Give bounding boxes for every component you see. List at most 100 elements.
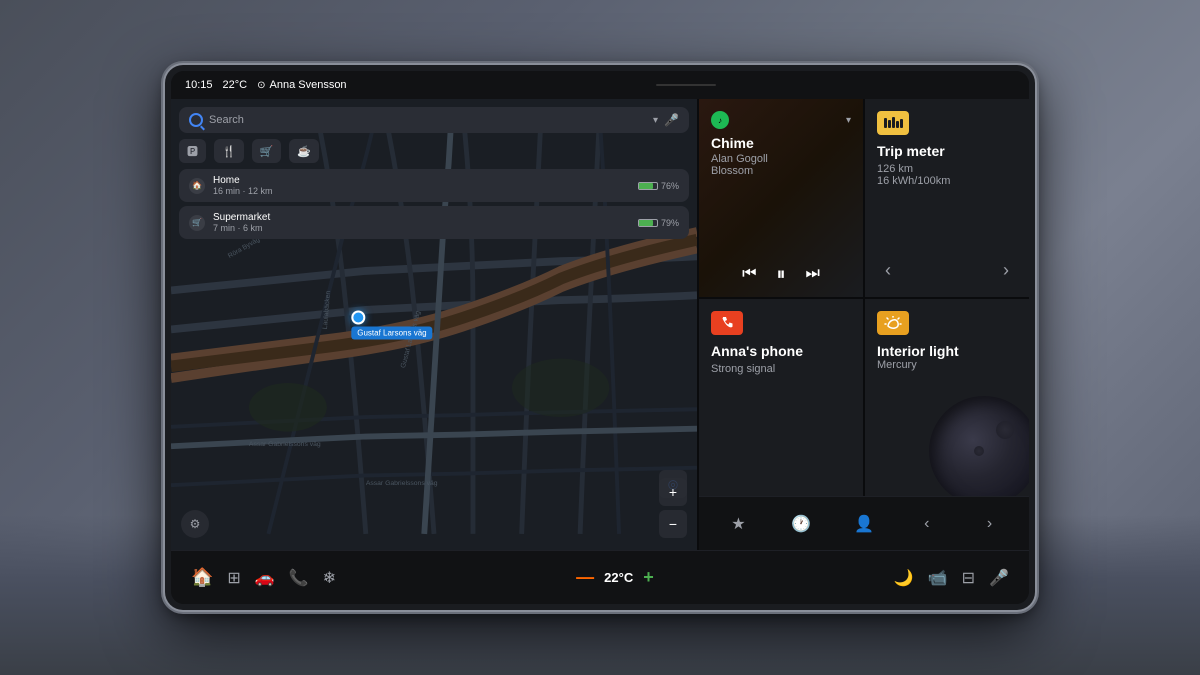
music-widget-header: ▾ bbox=[711, 111, 851, 129]
home-battery-fill bbox=[639, 183, 653, 189]
home-nav-btn[interactable]: 🏠 bbox=[191, 567, 213, 588]
trip-prev-arrow[interactable]: ‹ bbox=[877, 256, 899, 285]
home-battery-pct: 76% bbox=[661, 181, 679, 191]
recent-nav-btn[interactable]: 🕐 bbox=[785, 508, 817, 540]
nav-marker-dot bbox=[351, 310, 365, 324]
right-next-arrow[interactable]: › bbox=[974, 508, 1006, 540]
trip-meter-title: Trip meter bbox=[877, 143, 1017, 159]
phone-widget-icon bbox=[711, 311, 743, 335]
supermarket-battery-bar bbox=[638, 219, 658, 227]
next-button[interactable]: ⏭ bbox=[806, 265, 820, 283]
status-bar: 10:15 22°C Anna Svensson bbox=[171, 71, 1029, 99]
main-content: Röra Byväg Laulabäcken Gustaf Larsons vä… bbox=[171, 99, 1029, 550]
song-title: Chime bbox=[711, 135, 851, 151]
search-text: Search bbox=[209, 114, 647, 126]
map-search-bar: Search ▾ 🎤 🅿 🍴 🛒 ☕ bbox=[179, 107, 689, 239]
right-prev-arrow[interactable]: ‹ bbox=[911, 508, 943, 540]
widget-trip[interactable]: Trip meter 126 km 16 kWh/100km ‹ › bbox=[865, 99, 1029, 297]
music-controls: ⏮ ⏸ ⏭ bbox=[711, 264, 851, 285]
status-time: 10:15 bbox=[185, 79, 213, 91]
trip-meter-icon bbox=[877, 111, 909, 135]
light-widget-icon bbox=[877, 311, 909, 335]
supermarket-dest-detail: 7 min · 6 km bbox=[213, 223, 630, 233]
home-dest-name: Home bbox=[213, 175, 630, 186]
light-widget-value: Mercury bbox=[877, 359, 1017, 371]
moon-background bbox=[929, 396, 1029, 496]
map-panel[interactable]: Röra Byväg Laulabäcken Gustaf Larsons vä… bbox=[171, 99, 697, 550]
widget-grid: ▾ Chime Alan Gogoll Blossom ⏮ ⏸ ⏭ bbox=[699, 99, 1029, 496]
moon-crater-2 bbox=[974, 446, 984, 456]
home-dest-info: Home 16 min · 12 km bbox=[213, 175, 630, 196]
camera-nav-btn[interactable]: 📹 bbox=[928, 568, 948, 588]
screen-bezel: 10:15 22°C Anna Svensson bbox=[165, 65, 1035, 610]
climate-nav-btn[interactable]: ❄ bbox=[323, 568, 336, 588]
home-dest-battery: 76% bbox=[638, 181, 679, 191]
map-zoom-in[interactable]: + bbox=[659, 478, 687, 506]
supermarket-dest-info: Supermarket 7 min · 6 km bbox=[213, 212, 630, 233]
trip-next-arrow[interactable]: › bbox=[995, 256, 1017, 285]
map-zoom-out[interactable]: − bbox=[659, 510, 687, 538]
supermarket-dest-name: Supermarket bbox=[213, 212, 630, 223]
bottom-nav-left: 🏠 ⊞ 🚗 📞 ❄ bbox=[191, 567, 336, 588]
apps-nav-btn[interactable]: ⊞ bbox=[227, 568, 240, 588]
prev-button[interactable]: ⏮ bbox=[742, 265, 756, 283]
google-maps-icon bbox=[189, 113, 203, 127]
car-nav-btn[interactable]: 🚗 bbox=[255, 568, 275, 588]
music-expand-icon[interactable]: ▾ bbox=[846, 115, 851, 126]
favorites-nav-btn[interactable]: ★ bbox=[722, 508, 754, 540]
voice-nav-btn[interactable]: 🎤 bbox=[989, 568, 1009, 588]
svg-text:Assar Gabrielssons väg: Assar Gabrielssons väg bbox=[249, 441, 321, 448]
supermarket-dest-icon: 🛒 bbox=[189, 215, 205, 231]
bottom-nav: 🏠 ⊞ 🚗 📞 ❄ — 22°C + 🌙 📹 ⊟ 🎤 bbox=[171, 550, 1029, 604]
filter-shopping[interactable]: 🛒 bbox=[252, 139, 282, 163]
home-dest-detail: 16 min · 12 km bbox=[213, 186, 630, 196]
sleep-nav-btn[interactable]: 🌙 bbox=[894, 568, 914, 588]
svg-text:Assar Gabrielssons väg: Assar Gabrielssons väg bbox=[366, 480, 438, 487]
spotify-icon bbox=[711, 111, 729, 129]
search-input[interactable]: Search ▾ 🎤 bbox=[179, 107, 689, 133]
map-zoom-controls: + − bbox=[659, 478, 687, 538]
destination-supermarket[interactable]: 🛒 Supermarket 7 min · 6 km bbox=[179, 206, 689, 239]
supermarket-battery-pct: 79% bbox=[661, 218, 679, 228]
trip-meter-distance: 126 km bbox=[877, 163, 1017, 175]
destination-home[interactable]: 🏠 Home 16 min · 12 km bbox=[179, 169, 689, 202]
supermarket-dest-battery: 79% bbox=[638, 218, 679, 228]
song-album: Blossom bbox=[711, 165, 851, 177]
filter-coffee[interactable]: ☕ bbox=[289, 139, 319, 163]
status-user: Anna Svensson bbox=[257, 79, 346, 91]
trip-nav-arrows: ‹ › bbox=[877, 256, 1017, 285]
search-dropdown-icon: ▾ bbox=[653, 115, 658, 126]
bottom-nav-right: 🌙 📹 ⊟ 🎤 bbox=[894, 568, 1009, 588]
filter-parking[interactable]: 🅿 bbox=[179, 139, 206, 163]
temp-display: 22°C bbox=[604, 570, 633, 585]
filter-row: 🅿 🍴 🛒 ☕ bbox=[179, 139, 689, 163]
widget-music[interactable]: ▾ Chime Alan Gogoll Blossom ⏮ ⏸ ⏭ bbox=[699, 99, 863, 297]
temp-plus-btn[interactable]: + bbox=[643, 567, 654, 588]
supermarket-battery-fill bbox=[639, 220, 653, 226]
trip-meter-efficiency: 16 kWh/100km bbox=[877, 175, 1017, 187]
light-widget-title: Interior light bbox=[877, 343, 1017, 359]
car-interior: 10:15 22°C Anna Svensson bbox=[0, 0, 1200, 675]
contacts-nav-btn[interactable]: 👤 bbox=[848, 508, 880, 540]
destination-list: 🏠 Home 16 min · 12 km bbox=[179, 169, 689, 239]
menu-nav-btn[interactable]: ⊟ bbox=[962, 568, 975, 588]
right-bottom-nav: ★ 🕐 👤 ‹ › bbox=[699, 496, 1029, 550]
phone-widget-title: Anna's phone bbox=[711, 343, 851, 359]
pause-button[interactable]: ⏸ bbox=[777, 264, 786, 285]
temp-minus-btn[interactable]: — bbox=[576, 567, 594, 588]
search-mic-icon: 🎤 bbox=[664, 113, 679, 127]
home-battery-bar bbox=[638, 182, 658, 190]
song-artist: Alan Gogoll bbox=[711, 153, 851, 165]
nav-label: Gustaf Larsons väg bbox=[351, 326, 432, 339]
song-info: Chime Alan Gogoll Blossom bbox=[711, 135, 851, 256]
widget-phone[interactable]: Anna's phone Strong signal bbox=[699, 299, 863, 497]
screen: 10:15 22°C Anna Svensson bbox=[171, 71, 1029, 604]
nav-marker: Gustaf Larsons väg bbox=[351, 310, 432, 339]
filter-food[interactable]: 🍴 bbox=[214, 139, 244, 163]
user-name: Anna Svensson bbox=[270, 79, 347, 91]
phone-nav-btn[interactable]: 📞 bbox=[289, 568, 309, 588]
right-panel: ▾ Chime Alan Gogoll Blossom ⏮ ⏸ ⏭ bbox=[699, 99, 1029, 550]
home-dest-icon: 🏠 bbox=[189, 178, 205, 194]
widget-light[interactable]: Interior light Mercury bbox=[865, 299, 1029, 497]
map-settings-button[interactable]: ⚙ bbox=[181, 510, 209, 538]
